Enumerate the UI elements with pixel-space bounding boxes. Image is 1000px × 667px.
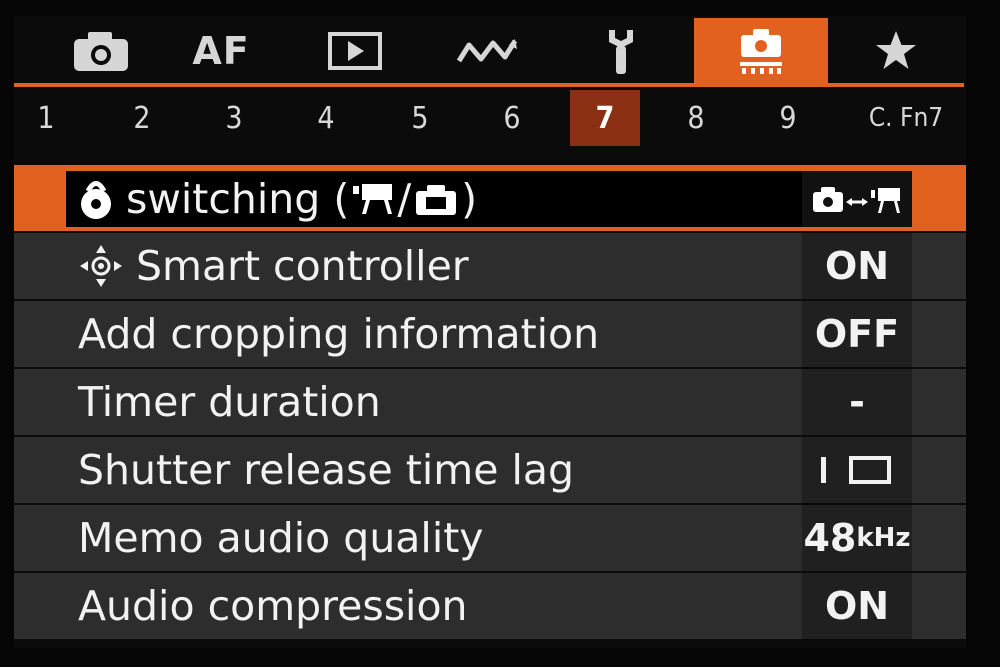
- menu-row-add-cropping-information[interactable]: Add cropping information OFF: [14, 301, 966, 367]
- timer-duration-value[interactable]: -: [802, 369, 912, 435]
- menu-row-shutter-release-time-lag[interactable]: Shutter release time lag: [14, 437, 966, 503]
- audio-compression-label: Audio compression: [78, 582, 468, 630]
- tab-playback[interactable]: [288, 18, 422, 84]
- memo-audio-quality-unit: kHz: [856, 523, 911, 553]
- tab-wireless[interactable]: [420, 18, 554, 84]
- audio-compression-value[interactable]: ON: [802, 573, 912, 639]
- page-tab-7[interactable]: 7: [570, 90, 640, 146]
- menu-row-smart-controller[interactable]: Smart controller ON: [14, 233, 966, 299]
- wrench-icon: [609, 30, 633, 74]
- tab-setup[interactable]: [554, 18, 688, 84]
- smart-controller-icon: [78, 243, 124, 289]
- timer-duration-label: Timer duration: [78, 378, 381, 426]
- camera-small-icon: [416, 185, 457, 215]
- page-tab-cfn[interactable]: C. Fn7: [856, 90, 956, 146]
- shutter-release-time-lag-value[interactable]: [802, 437, 912, 503]
- memo-audio-quality-label: Memo audio quality: [78, 514, 484, 562]
- page-tab-8[interactable]: 8: [676, 90, 716, 146]
- tab-af-label: AF: [192, 29, 250, 73]
- menu-row-label: switching ( / ): [66, 171, 804, 227]
- smart-controller-value[interactable]: ON: [802, 233, 912, 299]
- page-tab-2[interactable]: 2: [122, 90, 162, 146]
- memo-audio-quality-number: 48: [803, 516, 857, 560]
- tab-shooting[interactable]: [34, 18, 168, 84]
- page-tab-1[interactable]: 1: [28, 90, 64, 146]
- star-icon: [876, 31, 916, 69]
- page-tabs: 1 2 3 4 5 6 7 8 9 C. Fn7: [14, 88, 966, 146]
- menu-row-timer-duration[interactable]: Timer duration -: [14, 369, 966, 435]
- wireless-icon: [456, 39, 518, 63]
- photo-video-switch-value[interactable]: [802, 171, 912, 227]
- menu-row-label: Smart controller: [78, 233, 800, 299]
- tab-custom-functions[interactable]: [694, 18, 828, 84]
- menu-row-audio-compression[interactable]: Audio compression ON: [14, 573, 966, 639]
- playback-icon: [328, 32, 382, 70]
- menu-list: switching ( / ) Smart controller ON Add …: [14, 165, 966, 641]
- page-tab-5[interactable]: 5: [400, 90, 440, 146]
- menu-tabs: AF: [34, 18, 964, 86]
- custom-functions-icon: [740, 29, 782, 74]
- menu-row-memo-audio-quality[interactable]: Memo audio quality 48 kHz: [14, 505, 966, 571]
- shutter-release-time-lag-label: Shutter release time lag: [78, 446, 575, 494]
- tabs-underline: [14, 83, 964, 87]
- menu-row-switching[interactable]: switching ( / ): [14, 165, 966, 231]
- page-tab-9[interactable]: 9: [768, 90, 808, 146]
- memo-audio-quality-value[interactable]: 48 kHz: [802, 505, 912, 571]
- page-tab-4[interactable]: 4: [306, 90, 346, 146]
- page-tab-3[interactable]: 3: [214, 90, 254, 146]
- time-lag-icon: [821, 456, 891, 484]
- switching-separator: /: [397, 175, 412, 223]
- switching-label: switching (: [126, 175, 350, 223]
- movie-icon: [353, 184, 393, 214]
- lock-icon: [78, 178, 114, 220]
- tab-af[interactable]: AF: [154, 18, 288, 84]
- tab-my-menu[interactable]: [829, 18, 963, 84]
- switching-label-suffix: ): [461, 175, 478, 223]
- smart-controller-label: Smart controller: [136, 242, 469, 290]
- page-tab-6[interactable]: 6: [492, 90, 532, 146]
- add-cropping-information-value[interactable]: OFF: [802, 301, 912, 367]
- photo-video-switch-icon: [813, 187, 900, 213]
- camera-icon: [74, 32, 128, 71]
- add-cropping-information-label: Add cropping information: [78, 310, 600, 358]
